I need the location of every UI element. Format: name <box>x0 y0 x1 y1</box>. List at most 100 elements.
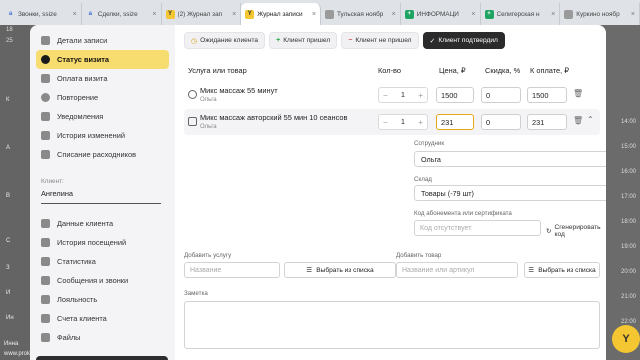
background-url: www.prokr <box>4 351 33 357</box>
browser-tab[interactable]: + Селигерская н × <box>481 3 561 25</box>
sidebar-item-label: Детали записи <box>57 36 108 45</box>
check-icon: ✓ <box>429 37 436 45</box>
sidebar-item-notifications[interactable]: Уведомления <box>36 107 169 126</box>
close-tab-icon[interactable]: × <box>471 11 475 18</box>
modal-sidebar: Детали записи Статус визита Оплата визит… <box>30 25 175 360</box>
price-input[interactable]: 1500 <box>436 87 474 103</box>
background-username: Инна <box>4 341 19 347</box>
minus-icon: − <box>348 37 353 44</box>
yclients-favicon-icon: Y <box>165 9 175 19</box>
tab-title: Куркино ноябр <box>576 10 620 18</box>
discount-input[interactable]: 0 <box>481 87 521 103</box>
browser-tab[interactable]: a Сделки, ssize × <box>82 3 162 25</box>
trash-icon[interactable]: 🗑 <box>573 89 583 98</box>
background-label: С <box>6 238 11 244</box>
increment-icon[interactable]: + <box>418 91 423 100</box>
column-header-total: К оплате, ₽ <box>530 66 569 75</box>
browser-tab[interactable]: + ИНФОРМАЦИ × <box>401 3 481 25</box>
visit-status-panel: ◷ Ожидание клиента + Клиент пришел − Клиент… <box>180 25 606 360</box>
wallet-icon <box>41 314 50 323</box>
note-textarea[interactable] <box>184 301 600 349</box>
sidebar-item-files[interactable]: Файлы <box>36 328 169 347</box>
sidebar-item-label: Лояльность <box>57 295 98 304</box>
certificate-code-label: Код абонемента или сертификата <box>414 210 512 217</box>
sidebar-item-accounts[interactable]: Счета клиента <box>36 309 169 328</box>
service-employee: Ольга <box>200 124 217 130</box>
employee-label: Сотрудник <box>414 140 445 147</box>
sidebar-item-label: Файлы <box>57 333 81 342</box>
browser-tab-active[interactable]: Y Журнал записи × <box>241 3 321 25</box>
add-service-input[interactable]: Название <box>184 262 280 278</box>
total-input[interactable]: 1500 <box>527 87 567 103</box>
add-service-list-button[interactable]: ☰ Выбрать из списка <box>284 262 396 278</box>
background-label: З <box>6 265 10 271</box>
status-waiting-button[interactable]: ◷ Ожидание клиента <box>184 32 266 49</box>
certificate-code-input[interactable]: Код отсутствует <box>414 220 541 236</box>
decrement-icon[interactable]: − <box>383 91 388 100</box>
status-arrived-button[interactable]: + Клиент пришел <box>269 32 338 49</box>
browser-tab[interactable]: Куркино ноябр × <box>560 3 640 25</box>
sidebar-item-messages[interactable]: Сообщения и звонки <box>36 271 169 290</box>
bell-icon <box>41 112 50 121</box>
sidebar-item-details[interactable]: Детали записи <box>36 31 169 50</box>
quantity-stepper[interactable]: − 1 + <box>378 87 428 103</box>
sidebar-item-loyalty[interactable]: Лояльность <box>36 290 169 309</box>
sidebar-item-statistics[interactable]: Статистика <box>36 252 169 271</box>
visit-modal: Детали записи Статус визита Оплата визит… <box>30 25 606 360</box>
sidebar-item-payment[interactable]: Оплата визита <box>36 69 169 88</box>
sheets-favicon-icon: + <box>404 9 414 19</box>
column-header-price: Цена, ₽ <box>439 66 466 75</box>
quantity-stepper[interactable]: − 1 + <box>378 114 428 130</box>
clock-icon: ◷ <box>191 37 198 45</box>
message-icon <box>41 276 50 285</box>
close-tab-icon[interactable]: × <box>392 11 396 18</box>
background-date: 25 <box>6 38 13 44</box>
warehouse-value: Товары (-79 шт) <box>421 188 474 198</box>
sidebar-item-visit-status[interactable]: Статус визита <box>36 50 169 69</box>
close-tab-icon[interactable]: × <box>152 11 156 18</box>
document-icon <box>41 36 50 45</box>
quantity-value: 1 <box>401 91 405 99</box>
list-button-label: Выбрать из списка <box>316 266 374 274</box>
employee-select[interactable]: Ольга⌄ <box>414 151 606 167</box>
sidebar-item-label: Счета клиента <box>57 314 107 323</box>
background-hour: 17:00 <box>620 194 636 200</box>
sidebar-item-consumables[interactable]: Списание расходников <box>36 145 169 164</box>
employee-value: Ольга <box>421 154 441 164</box>
close-tab-icon[interactable]: × <box>73 11 77 18</box>
sidebar-item-repeat[interactable]: Повторение <box>36 88 169 107</box>
status-confirmed-button[interactable]: ✓ Клиент подтвердил <box>422 32 505 49</box>
status-no-show-button[interactable]: − Клиент не пришел <box>341 32 419 49</box>
service-name: Микс массаж авторский 55 мин 10 сеансов <box>200 113 348 122</box>
discount-input[interactable]: 0 <box>481 114 521 130</box>
table-row-selected: Микс массаж авторский 55 мин 10 сеансов … <box>184 109 600 135</box>
tab-title: (2) Журнал зап <box>177 10 223 18</box>
client-name[interactable]: Ангелина <box>41 189 161 204</box>
increment-icon[interactable]: + <box>418 118 423 127</box>
tab-title: Селигерская н <box>496 10 540 18</box>
add-product-input[interactable]: Название или артикул <box>396 262 518 278</box>
close-tab-icon[interactable]: × <box>631 11 635 18</box>
browser-tab[interactable]: Y (2) Журнал зап × <box>162 3 242 25</box>
decrement-icon[interactable]: − <box>383 118 388 127</box>
browser-tab[interactable]: a Звонки, ssize × <box>2 3 82 25</box>
price-input[interactable]: 231 <box>436 114 474 130</box>
sidebar-item-history[interactable]: История изменений <box>36 126 169 145</box>
close-tab-icon[interactable]: × <box>551 11 555 18</box>
close-tab-icon[interactable]: × <box>232 11 236 18</box>
total-input[interactable]: 231 <box>527 114 567 130</box>
sidebar-item-label: Уведомления <box>57 112 104 121</box>
sidebar-item-visit-history[interactable]: История посещений <box>36 233 169 252</box>
add-product-list-button[interactable]: ☰ Выбрать из списка <box>524 262 600 278</box>
yclients-assistant-button[interactable]: Y <box>612 325 640 353</box>
sidebar-item-client-data[interactable]: Данные клиента <box>36 214 169 233</box>
chevron-up-icon[interactable]: ⌃ <box>587 115 594 124</box>
close-tab-icon[interactable]: × <box>312 11 316 18</box>
list-icon <box>41 150 50 159</box>
status-icon <box>41 55 50 64</box>
warehouse-select[interactable]: Товары (-79 шт)⌄ <box>414 185 606 201</box>
browser-tab[interactable]: Тульская ноябр × <box>321 3 401 25</box>
trash-icon[interactable]: 🗑 <box>573 116 583 125</box>
tab-title: Звонки, ssize <box>18 10 57 18</box>
generate-code-button[interactable]: ↻ Сгенерировать код <box>546 224 606 238</box>
